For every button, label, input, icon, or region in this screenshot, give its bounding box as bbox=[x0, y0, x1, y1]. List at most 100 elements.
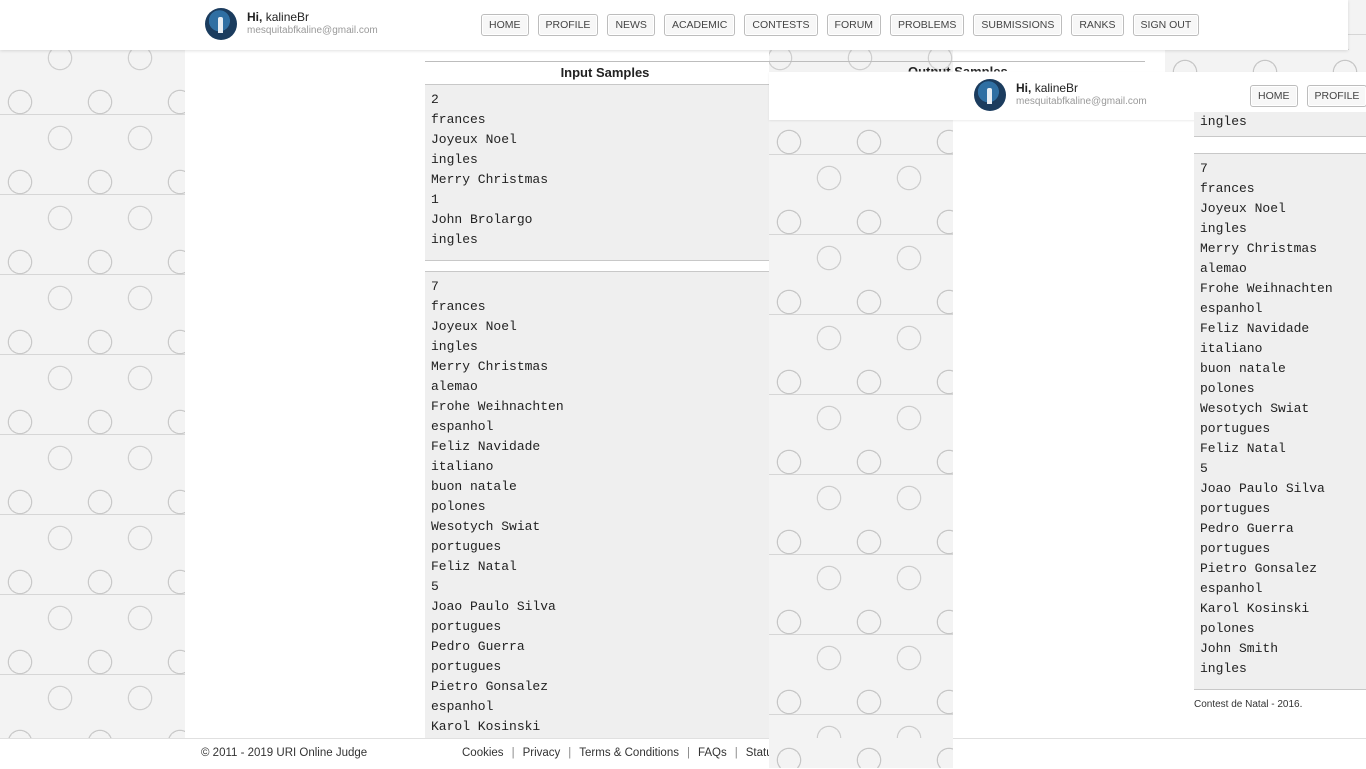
main-nav: HOME PROFILE NEWS ACADEMIC CONTESTS FORU… bbox=[481, 14, 1199, 36]
sample-line: espanhol bbox=[1194, 579, 1366, 599]
overlay-greeting-prefix: Hi, bbox=[1016, 81, 1031, 95]
sample-line: portugues bbox=[425, 617, 769, 637]
footer-link-faqs[interactable]: FAQs bbox=[698, 747, 727, 759]
input-sample-1: 2francesJoyeux NoelinglesMerry Christmas… bbox=[425, 84, 769, 261]
contest-note: Contest de Natal - 2016. bbox=[1194, 699, 1302, 710]
sample-line: portugues bbox=[1194, 539, 1366, 559]
nav-news-button[interactable]: NEWS bbox=[607, 14, 655, 36]
footer: © 2011 - 2019 URI Online Judge Cookies| … bbox=[0, 738, 1366, 769]
sample-line: Joao Paulo Silva bbox=[425, 597, 769, 617]
avatar[interactable] bbox=[205, 8, 237, 40]
sample-line: Feliz Natal bbox=[425, 557, 769, 577]
greeting: Hi, kalineBr bbox=[247, 11, 378, 25]
nav-submissions-button[interactable]: SUBMISSIONS bbox=[973, 14, 1062, 36]
sample-line: John Smith bbox=[1194, 639, 1366, 659]
sample-line: 5 bbox=[1194, 459, 1366, 479]
overlay-doodle-strip bbox=[769, 120, 953, 768]
nav-home-button[interactable]: HOME bbox=[481, 14, 529, 36]
footer-link-cookies[interactable]: Cookies bbox=[462, 747, 504, 759]
left-white-column bbox=[185, 50, 425, 740]
sample-line: 2 bbox=[425, 90, 769, 110]
sample-line: polones bbox=[425, 497, 769, 517]
sample-line: Merry Christmas bbox=[425, 170, 769, 190]
overlay-user-block[interactable]: Hi, kalineBr mesquitabfkaline@gmail.com bbox=[974, 79, 1147, 111]
sample-line: italiano bbox=[1194, 339, 1366, 359]
sample-line: 1 bbox=[425, 190, 769, 210]
sample-line: Pietro Gonsalez bbox=[425, 677, 769, 697]
overlay-nav-profile-button[interactable]: PROFILE bbox=[1307, 85, 1366, 107]
sample-line: alemao bbox=[1194, 259, 1366, 279]
sample-line: ingles bbox=[425, 150, 769, 170]
nav-profile-button[interactable]: PROFILE bbox=[538, 14, 599, 36]
sample-line: Joyeux Noel bbox=[425, 130, 769, 150]
sample-line: Wesotych Swiat bbox=[425, 517, 769, 537]
footer-links: Cookies| Privacy| Terms & Conditions| FA… bbox=[462, 747, 778, 759]
copyright: © 2011 - 2019 URI Online Judge bbox=[201, 747, 367, 759]
nav-ranks-button[interactable]: RANKS bbox=[1071, 14, 1123, 36]
sample-line: Wesotych Swiat bbox=[1194, 399, 1366, 419]
sample-line: espanhol bbox=[425, 697, 769, 717]
sample-line: Pietro Gonsalez bbox=[1194, 559, 1366, 579]
user-block[interactable]: Hi, kalineBr mesquitabfkaline@gmail.com bbox=[205, 8, 378, 40]
right-sample-2: 7francesJoyeux Noel ingles Merry Christmas… bbox=[1194, 153, 1366, 690]
overlay-nav: HOME PROFILE bbox=[1250, 85, 1366, 107]
sample-line: buon natale bbox=[425, 477, 769, 497]
overlay-greeting: Hi, kalineBr bbox=[1016, 82, 1147, 96]
sample-line: ingles bbox=[425, 337, 769, 357]
top-navigation-bar: Hi, kalineBr mesquitabfkaline@gmail.com … bbox=[0, 0, 1348, 50]
nav-contests-button[interactable]: CONTESTS bbox=[744, 14, 817, 36]
sample-line: Feliz Natal bbox=[1194, 439, 1366, 459]
sample-line: portugues bbox=[1194, 499, 1366, 519]
sample-line: italiano bbox=[425, 457, 769, 477]
samples-divider bbox=[425, 61, 1145, 62]
sample-line: portugues bbox=[425, 537, 769, 557]
sample-line: espanhol bbox=[1194, 299, 1366, 319]
sample-line: Frohe Weihnachten bbox=[1194, 279, 1366, 299]
username: kalineBr bbox=[266, 10, 309, 24]
sample-line: 5 bbox=[425, 577, 769, 597]
nav-forum-button[interactable]: FORUM bbox=[827, 14, 882, 36]
sample-line: portugues bbox=[425, 657, 769, 677]
sample-line: Joao Paulo Silva bbox=[1194, 479, 1366, 499]
sample-line: ingles bbox=[1194, 659, 1366, 679]
sample-line: frances bbox=[425, 110, 769, 130]
sample-line: 7 bbox=[425, 277, 769, 297]
sample-line: frances bbox=[1194, 179, 1366, 199]
sample-line: alemao bbox=[425, 377, 769, 397]
sample-line: Feliz Navidade bbox=[1194, 319, 1366, 339]
sample-line: John Brolargo bbox=[425, 210, 769, 230]
sample-line: frances bbox=[425, 297, 769, 317]
right-top-doodle bbox=[1165, 50, 1366, 72]
overlay-avatar[interactable] bbox=[974, 79, 1006, 111]
sample-line: Feliz Navidade bbox=[425, 437, 769, 457]
right-sample-1-partial: ingles bbox=[1194, 112, 1366, 137]
sample-line: Karol Kosinski bbox=[425, 717, 769, 737]
sample-line: Merry Christmas bbox=[425, 357, 769, 377]
nav-academic-button[interactable]: ACADEMIC bbox=[664, 14, 735, 36]
sample-line: polones bbox=[1194, 379, 1366, 399]
right-sample-1-line: ingles bbox=[1194, 112, 1366, 132]
input-samples-title: Input Samples bbox=[425, 65, 785, 80]
user-email: mesquitabfkaline@gmail.com bbox=[247, 25, 378, 37]
sample-line: espanhol bbox=[425, 417, 769, 437]
sample-line: Frohe Weihnachten bbox=[425, 397, 769, 417]
nav-signout-button[interactable]: SIGN OUT bbox=[1133, 14, 1200, 36]
sample-line: buon natale bbox=[1194, 359, 1366, 379]
sample-line: Joyeux Noel bbox=[425, 317, 769, 337]
sample-line: ingles bbox=[425, 230, 769, 250]
sample-line: portugues bbox=[1194, 419, 1366, 439]
sample-line: Merry Christmas bbox=[1194, 239, 1366, 259]
overlay-username: kalineBr bbox=[1035, 81, 1078, 95]
footer-link-terms[interactable]: Terms & Conditions bbox=[579, 747, 679, 759]
sample-line: polones bbox=[1194, 619, 1366, 639]
footer-doodle-overlap bbox=[769, 738, 953, 768]
sample-line: Joyeux Noel bbox=[1194, 199, 1366, 219]
nav-problems-button[interactable]: PROBLEMS bbox=[890, 14, 964, 36]
input-sample-2: 7francesJoyeux NoelinglesMerry Christmas… bbox=[425, 271, 769, 748]
overlay-user-email: mesquitabfkaline@gmail.com bbox=[1016, 96, 1147, 108]
sample-line: Karol Kosinski bbox=[1194, 599, 1366, 619]
footer-link-privacy[interactable]: Privacy bbox=[523, 747, 561, 759]
sample-line: 7 bbox=[1194, 159, 1366, 179]
sample-line: Pedro Guerra bbox=[1194, 519, 1366, 539]
overlay-nav-home-button[interactable]: HOME bbox=[1250, 85, 1298, 107]
